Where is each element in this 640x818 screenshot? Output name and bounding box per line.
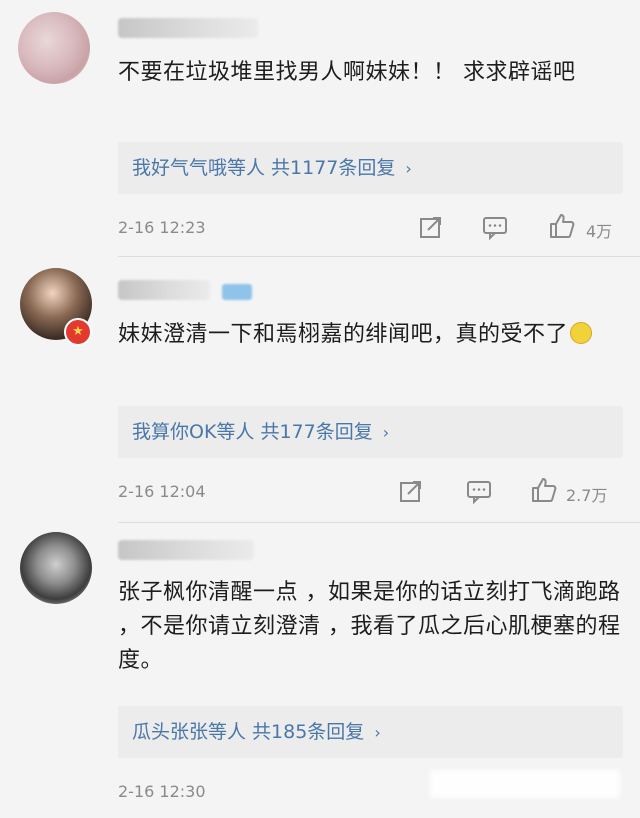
divider <box>118 256 640 257</box>
crying-emoji-icon <box>570 322 593 344</box>
like-count: 2.7万 <box>566 486 608 505</box>
reply-summary[interactable]: 我算你OK等人 共177条回复 › <box>118 406 623 458</box>
comment-time: 2-16 12:30 <box>118 782 206 801</box>
reply-summary-text: 瓜头张张等人 共185条回复 <box>132 721 365 743</box>
avatar[interactable] <box>20 532 92 604</box>
comment-text: 张子枫你清醒一点 ，如果是你的话立刻打飞滴跑路 ，不是你请立刻澄清 ，我看了瓜之… <box>118 580 621 673</box>
chevron-right-icon: › <box>405 159 412 178</box>
comment-text: 妹妹澄清一下和焉栩嘉的绯闻吧，真的受不了 <box>118 318 623 352</box>
blurred-region <box>430 770 620 798</box>
comment-item: ★ 妹妹澄清一下和焉栩嘉的绯闻吧，真的受不了 我算你OK等人 共177条回复 › … <box>0 258 640 520</box>
comment-text: 不要在垃圾堆里找男人啊妹妹！！ 求求辟谣吧 <box>118 60 576 85</box>
share-icon[interactable] <box>418 214 444 240</box>
comment-item: 不要在垃圾堆里找男人啊妹妹！！ 求求辟谣吧 我好气气哦等人 共1177条回复 › … <box>0 0 640 250</box>
comment-icon[interactable] <box>482 214 508 240</box>
avatar[interactable] <box>18 12 90 84</box>
chevron-right-icon: › <box>382 423 390 442</box>
username-blurred[interactable] <box>118 540 254 560</box>
username-blurred[interactable] <box>118 18 258 38</box>
reply-summary[interactable]: 我好气气哦等人 共1177条回复 › <box>118 142 623 194</box>
share-icon[interactable] <box>398 478 424 504</box>
divider <box>118 522 640 523</box>
username-blurred[interactable] <box>118 280 210 300</box>
thumbs-up-icon[interactable] <box>530 476 558 504</box>
chevron-right-icon: › <box>374 723 381 742</box>
reply-summary[interactable]: 瓜头张张等人 共185条回复 › <box>118 706 623 758</box>
verified-badge-icon: ★ <box>64 318 92 346</box>
comment-icon[interactable] <box>466 478 492 504</box>
thumbs-up-icon[interactable] <box>548 212 576 240</box>
reply-summary-text: 我算你OK等人 共177条回复 <box>132 421 373 443</box>
vip-badge-icon <box>222 284 252 300</box>
comment-time: 2-16 12:23 <box>118 218 206 237</box>
comment-time: 2-16 12:04 <box>118 482 206 501</box>
reply-summary-text: 我好气气哦等人 共1177条回复 <box>132 157 396 179</box>
like-count: 4万 <box>586 222 613 241</box>
